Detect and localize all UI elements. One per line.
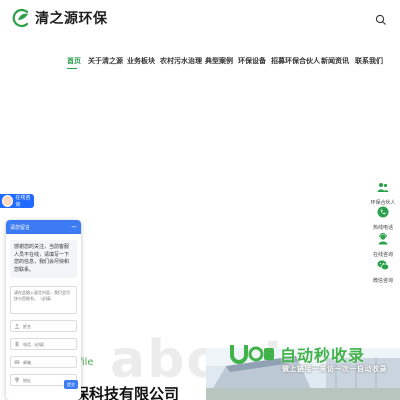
email-field[interactable] [10,356,77,368]
chat-window: 请您留言 − 感谢您的关注，当前客服人员不在线，请填写一下您的信息，我们会尽快和… [6,220,81,400]
nav-item-home[interactable]: 首页 [67,56,81,66]
watermark-logo-icon [230,345,274,364]
chat-header: 请您留言 − [6,220,81,234]
nav-item-about[interactable]: 关于清之源 [88,56,123,66]
consult-icon [378,233,388,245]
main-nav: 首页 关于清之源 业务板块 农村污水治理 典型案例 环保设备 招募环保合伙人 新… [0,56,400,69]
message-textarea[interactable] [10,286,77,314]
user-icon [14,323,20,329]
phone-field[interactable] [10,338,77,350]
phone-icon [377,206,389,218]
chat-badge[interactable]: 在线咨询 [0,194,34,208]
side-item-wechat[interactable]: 微信咨询 [367,256,399,284]
chat-offline-message: 感谢您的关注，当前客服人员不在线，请填写一下您的信息，我们会尽快和您联系。 [10,240,77,278]
watermark: 自动秒收录 做上链接一来访一次一自动收录 [228,342,388,376]
nav-item-rural-sewage[interactable]: 农村污水治理 [160,56,202,66]
site-logo[interactable]: 清之源环保 [12,8,108,28]
watermark-slogan: 做上链接一来访一次一自动收录 [282,365,387,373]
chat-badge-label: 在线咨询 [15,195,31,208]
submit-button[interactable]: 提交 [64,380,78,389]
agent-avatar [2,195,14,207]
nav-item-contact[interactable]: 联系我们 [355,56,383,66]
nav-item-business[interactable]: 业务板块 [127,56,155,66]
phone-input[interactable] [23,341,73,347]
nav-item-cases[interactable]: 典型案例 [205,56,233,66]
minimize-icon[interactable]: − [71,223,77,231]
mail-icon [14,360,20,364]
nav-item-partner[interactable]: 招募环保合伙人 [271,56,320,66]
side-item-consult[interactable]: 在线咨询 [367,230,399,258]
side-label-wechat: 微信咨询 [372,278,393,284]
nav-item-equipment[interactable]: 环保设备 [238,56,266,66]
name-input[interactable] [23,323,73,329]
name-field[interactable] [10,320,77,332]
location-icon [15,377,19,383]
wechat-icon [377,260,389,271]
side-item-partner[interactable]: 环保合伙人 [367,178,399,206]
leaf-c-logo-icon [12,8,29,28]
search-icon[interactable] [375,14,387,26]
nav-item-news[interactable]: 新闻资讯 [321,56,349,66]
chat-title: 请您留言 [10,224,31,231]
email-input[interactable] [23,359,73,365]
side-item-hotline[interactable]: 热线电话 [367,203,399,231]
partner-icon [377,183,389,192]
logo-text: 清之源环保 [35,11,108,27]
watermark-brand: 自动秒收录 [280,346,366,365]
phone-small-icon [15,341,19,347]
nav-active-underline [67,68,77,69]
